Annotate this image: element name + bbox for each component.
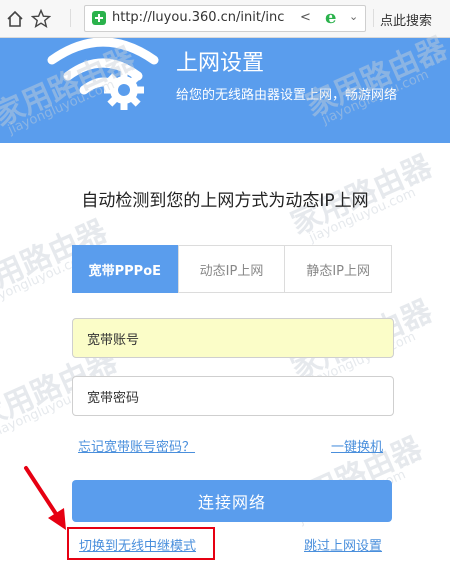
search-hint-text[interactable]: 点此搜索 [380, 10, 432, 29]
page-title: 上网设置 [176, 51, 265, 76]
forgot-credentials-link[interactable]: 忘记宽带账号密码？ [78, 436, 195, 455]
browser-engine-icon[interactable]: e [325, 7, 336, 28]
tab-pppoe[interactable]: 宽带PPPoE [72, 245, 179, 293]
toolbar-divider [70, 9, 71, 27]
url-text[interactable]: http://luyou.360.cn/init/inc [112, 10, 292, 25]
red-arrow-annotation-icon [24, 466, 66, 530]
page-subtitle: 给您的无线路由器设置上网，畅游网络 [176, 88, 398, 103]
switch-repeater-mode-link[interactable]: 切换到无线中继模式 [79, 535, 196, 554]
detected-mode-headline: 自动检测到您的上网方式为动态IP上网 [81, 191, 369, 211]
tab-dynamic-ip[interactable]: 动态IP上网 [179, 246, 286, 292]
address-bar[interactable]: http://luyou.360.cn/init/inc < e ⌄ [84, 5, 366, 32]
connection-type-tabs: 宽带PPPoE 动态IP上网 静态IP上网 [72, 245, 392, 293]
share-icon[interactable]: < [300, 10, 311, 25]
account-input[interactable]: 宽带账号 [72, 318, 394, 358]
star-icon[interactable] [30, 8, 52, 30]
home-icon[interactable] [4, 8, 26, 30]
connect-button[interactable]: 连接网络 [72, 480, 392, 522]
secure-shield-icon [92, 11, 106, 25]
page-header: 上网设置 给您的无线路由器设置上网，畅游网络 [0, 38, 450, 143]
toolbar-divider [373, 9, 374, 27]
chevron-down-icon[interactable]: ⌄ [349, 10, 358, 23]
wifi-gear-logo-icon [47, 38, 159, 110]
one-key-switch-link[interactable]: 一键换机 [331, 436, 383, 455]
browser-toolbar: http://luyou.360.cn/init/inc < e ⌄ 点此搜索 [0, 0, 450, 38]
password-input[interactable]: 宽带密码 [72, 376, 394, 416]
skip-setup-link[interactable]: 跳过上网设置 [304, 535, 382, 554]
tab-static-ip[interactable]: 静态IP上网 [285, 246, 391, 292]
